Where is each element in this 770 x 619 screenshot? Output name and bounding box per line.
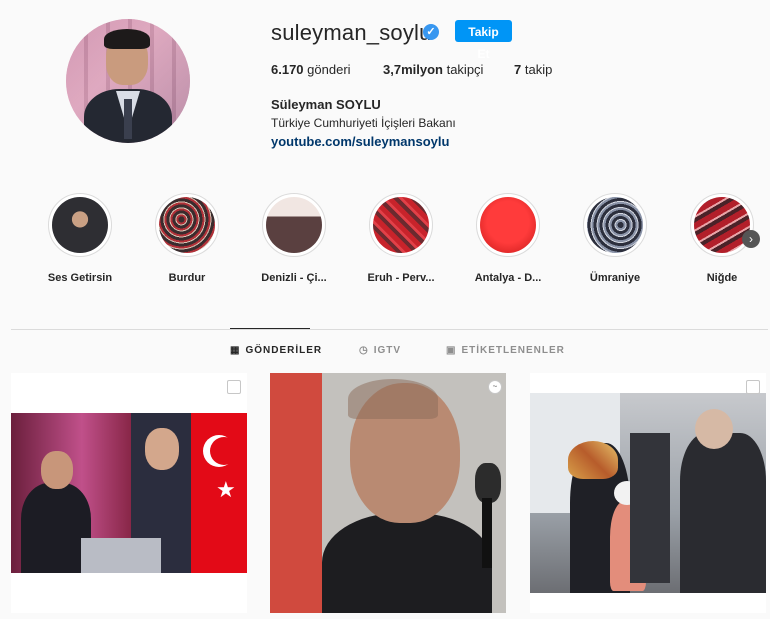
highlight-item[interactable]: Burdur xyxy=(148,193,226,284)
profile-link[interactable]: youtube.com/suleymansoylu xyxy=(271,134,449,149)
highlight-label: Eruh - Perv... xyxy=(367,272,435,284)
multi-post-icon xyxy=(227,380,241,394)
active-tab-indicator xyxy=(230,328,310,329)
tabs-divider xyxy=(11,329,768,330)
follow-button[interactable]: Takip Et xyxy=(455,20,512,61)
highlight-label: Niğde xyxy=(706,272,738,284)
igtv-icon: ◷ xyxy=(359,345,369,356)
tab-tagged[interactable]: ▣ ETİKETLENENLER xyxy=(446,345,565,356)
highlight-item[interactable]: Ümraniye xyxy=(576,193,654,284)
highlight-item[interactable]: Antalya - D... xyxy=(469,193,547,284)
grid-icon: ▦ xyxy=(230,345,241,356)
post-thumbnail[interactable]: ~ xyxy=(270,373,506,613)
highlight-label: Ümraniye xyxy=(589,272,641,284)
profile-bio: Türkiye Cumhuriyeti İçişleri Bakanı xyxy=(271,116,456,130)
highlight-label: Ses Getirsin xyxy=(47,272,113,284)
highlight-label: Antalya - D... xyxy=(474,272,542,284)
highlight-label: Denizli - Çi... xyxy=(261,272,327,284)
followers-count[interactable]: 3,7milyon takipçi xyxy=(383,62,483,77)
following-count[interactable]: 7 takip xyxy=(514,62,552,77)
profile-avatar[interactable] xyxy=(66,19,190,143)
highlight-item[interactable]: Ses Getirsin xyxy=(41,193,119,284)
post-thumbnail[interactable] xyxy=(530,373,766,613)
multi-post-icon xyxy=(746,380,760,394)
highlight-item[interactable]: Eruh - Perv... xyxy=(362,193,440,284)
chevron-right-icon[interactable]: › xyxy=(742,230,760,248)
tagged-icon: ▣ xyxy=(446,345,457,356)
post-thumbnail[interactable]: ★ xyxy=(11,373,247,613)
profile-username: suleyman_soylu xyxy=(271,20,432,45)
highlight-item[interactable]: Denizli - Çi... xyxy=(255,193,333,284)
highlight-label: Burdur xyxy=(168,272,206,284)
profile-full-name: Süleyman SOYLU xyxy=(271,97,381,112)
posts-count: 6.170 gönderi xyxy=(271,62,351,77)
verified-badge-icon: ✓ xyxy=(423,24,439,40)
tab-posts[interactable]: ▦ GÖNDERİLER xyxy=(230,345,322,356)
tab-igtv[interactable]: ◷ IGTV xyxy=(359,345,401,356)
video-icon: ~ xyxy=(488,380,502,394)
